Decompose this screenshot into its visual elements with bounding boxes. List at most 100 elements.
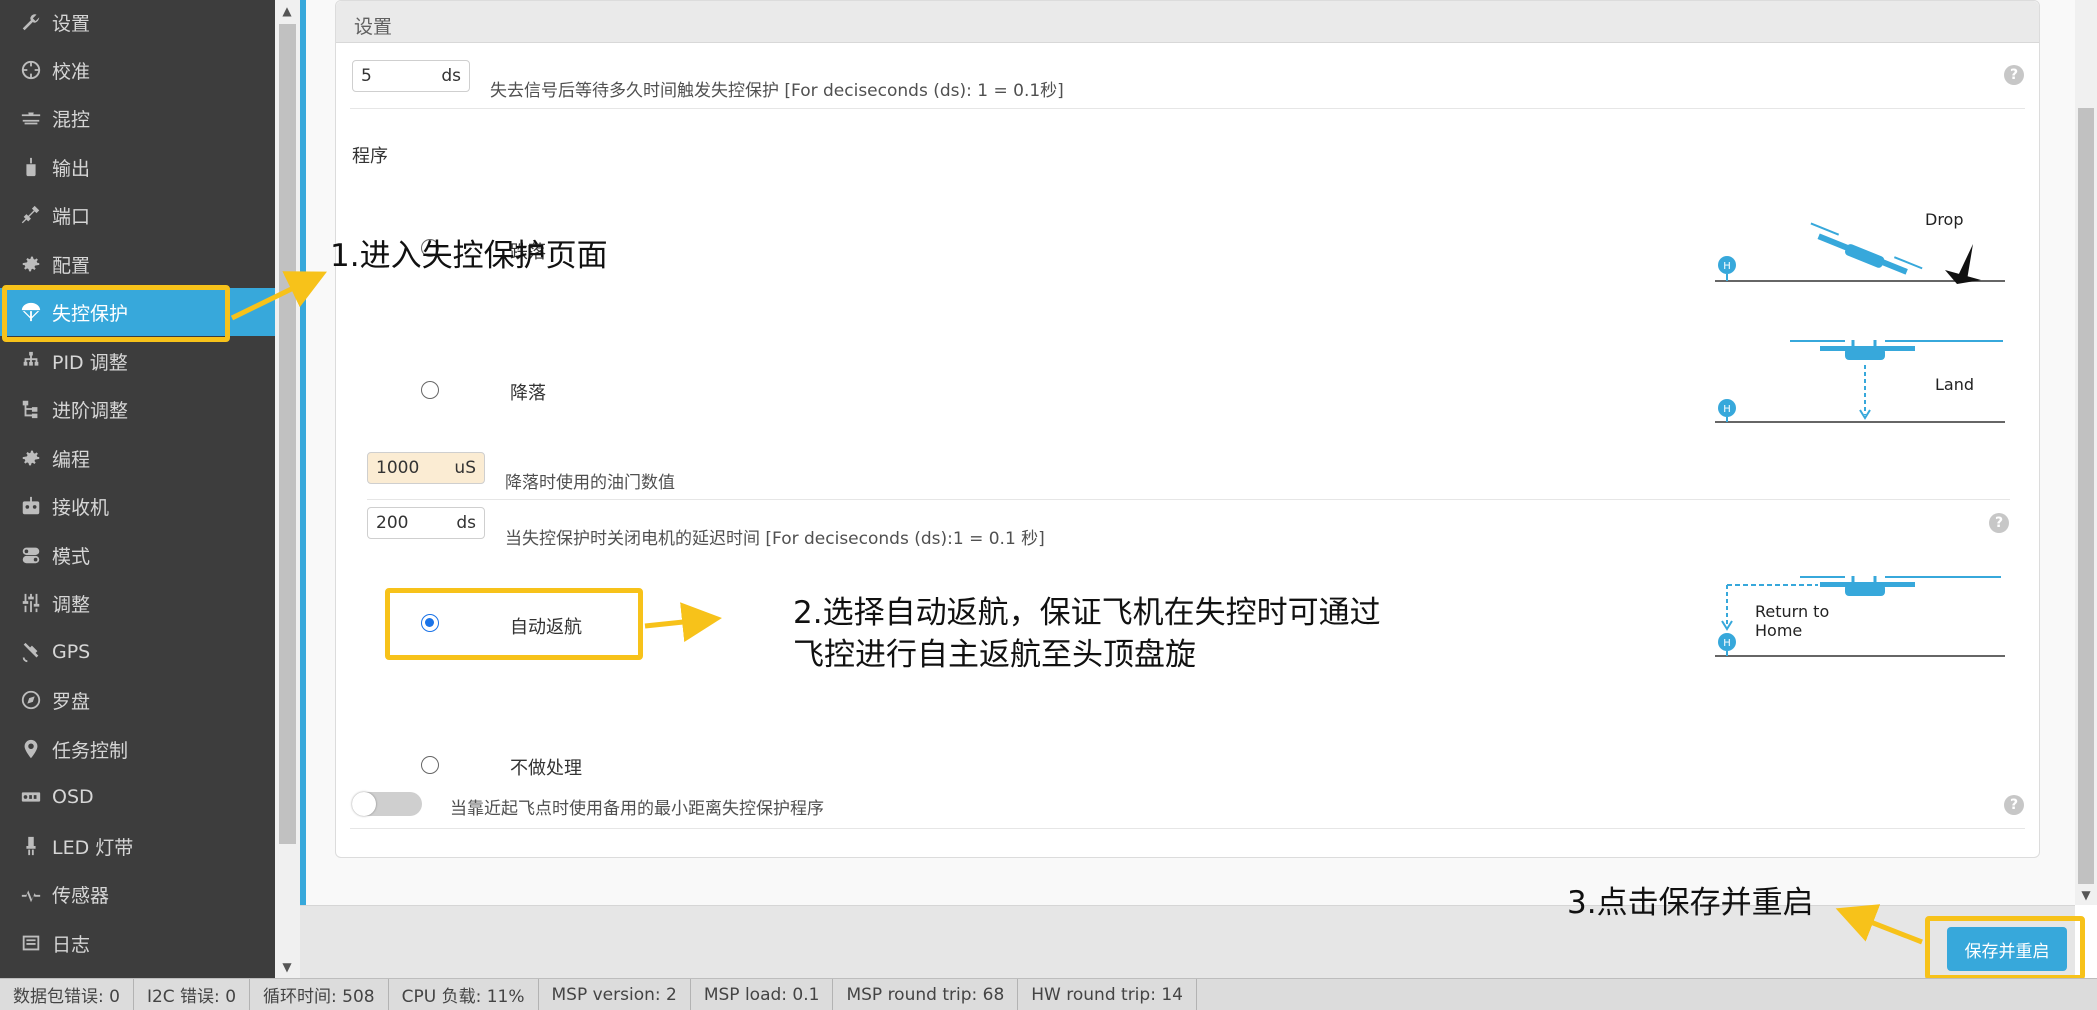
sidebar-item-label: 接收机 [52, 496, 110, 519]
highlight-box-failsafe [2, 285, 230, 342]
sidebar-item-programming[interactable]: 编程 [0, 434, 275, 482]
sidebar-item-label: 日志 [52, 933, 91, 956]
drop-illustration: H Drop [1715, 210, 2005, 284]
divider [350, 108, 2025, 109]
sidebar-item-calibration[interactable]: 校准 [0, 46, 275, 94]
drop-illus-label: Drop [1925, 210, 1964, 229]
drop-home-marker: H [1723, 261, 1731, 272]
mixer-icon [18, 105, 44, 131]
highlight-box-save [1925, 916, 2085, 980]
failsafe-delay-input[interactable]: 5 ds [352, 60, 470, 92]
compass-icon [18, 687, 44, 713]
sidebar-item-setup[interactable]: 设置 [0, 0, 275, 46]
panel-header: 设置 [336, 1, 2039, 43]
content-scrollbar[interactable]: ▼ [2075, 0, 2097, 905]
motor-icon [18, 154, 44, 180]
sidebar-item-gps[interactable]: GPS [0, 628, 275, 676]
sidebar-item-logging[interactable]: 日志 [0, 919, 275, 967]
sidebar-item-label: 任务控制 [52, 739, 129, 762]
sidebar-item-mixer[interactable]: 混控 [0, 94, 275, 142]
pulse-icon [18, 881, 44, 907]
sidebar-item-label: 传感器 [52, 884, 110, 907]
rth-illus-label-line2: Home [1755, 621, 1802, 640]
sidebar-item-modes[interactable]: 模式 [0, 531, 275, 579]
sidebar-item-configuration[interactable]: 配置 [0, 240, 275, 288]
motor-delay-unit: ds [456, 513, 476, 533]
sidebar-item-compass[interactable]: 罗盘 [0, 676, 275, 724]
help-icon[interactable]: ? [2004, 795, 2024, 815]
status-cpu-load: CPU 负载: 11% [389, 978, 539, 1010]
sidebar-scroll-thumb[interactable] [279, 24, 296, 844]
sidebar-item-label: 进阶调整 [52, 399, 129, 422]
status-msp-version: MSP version: 2 [539, 978, 691, 1010]
radio-land[interactable] [421, 381, 439, 399]
sidebar-item-label: 编程 [52, 448, 91, 471]
radio-none[interactable] [421, 756, 439, 774]
led-icon [18, 833, 44, 859]
sidebar-item-mission-control[interactable]: 任务控制 [0, 725, 275, 773]
sidebar-item-advanced-tuning[interactable]: 进阶调整 [0, 385, 275, 433]
annotation-step2-line1: 2.选择自动返航，保证飞机在失控时可通过 [793, 595, 1381, 631]
land-throttle-unit: uS [454, 458, 476, 478]
sidebar-item-osd[interactable]: OSD [0, 773, 275, 821]
failsafe-delay-unit: ds [441, 66, 461, 86]
status-cycle-time: 循环时间: 508 [250, 978, 389, 1010]
sidebar-item-sensors[interactable]: 传感器 [0, 870, 275, 918]
wrench-icon [18, 9, 44, 35]
gear-icon [18, 251, 44, 277]
motor-delay-desc: 当失控保护时关闭电机的延迟时间 [For deciseconds (ds):1 … [505, 529, 1045, 549]
status-msp-round-trip: MSP round trip: 68 [833, 978, 1019, 1010]
highlight-box-rth [385, 588, 643, 660]
sidebar-item-label: 模式 [52, 545, 91, 568]
status-hw-round-trip: HW round trip: 14 [1018, 978, 1197, 1010]
panel-title: 设置 [354, 16, 393, 38]
land-illus-label: Land [1935, 375, 1974, 394]
annotation-step2-line2: 飞控进行自主返航至头顶盘旋 [793, 637, 1196, 673]
content-scroll-thumb[interactable] [2078, 108, 2094, 884]
scroll-down-arrow-icon[interactable]: ▼ [277, 958, 297, 976]
osd-icon [18, 784, 44, 810]
gear-icon [18, 445, 44, 471]
log-icon [18, 930, 44, 956]
receiver-icon [18, 493, 44, 519]
land-throttle-desc: 降落时使用的油门数值 [505, 473, 675, 493]
procedure-title: 程序 [352, 146, 388, 167]
min-distance-desc: 当靠近起飞点时使用备用的最小距离失控保护程序 [450, 799, 824, 819]
sidebar-item-label: OSD [52, 786, 94, 808]
divider [367, 499, 2010, 500]
scroll-down-arrow-icon[interactable]: ▼ [2076, 886, 2096, 904]
sidebar-item-label: 设置 [52, 12, 91, 35]
status-i2c-error: I2C 错误: 0 [134, 978, 251, 1010]
status-msp-load: MSP load: 0.1 [691, 978, 834, 1010]
land-throttle-input[interactable]: 1000 uS [367, 452, 485, 484]
sidebar-scrollbar[interactable]: ▲ ▼ [275, 0, 300, 978]
land-illustration: H Land [1715, 340, 2005, 423]
min-distance-toggle[interactable] [352, 792, 422, 816]
sidebar-item-ports[interactable]: 端口 [0, 191, 275, 239]
sidebar-item-receiver[interactable]: 接收机 [0, 482, 275, 530]
status-packet-error: 数据包错误: 0 [0, 978, 134, 1010]
content-accent-bar [300, 0, 306, 978]
failsafe-delay-value: 5 [361, 66, 372, 86]
sidebar-item-label: 输出 [52, 157, 91, 180]
annotation-step3: 3.点击保存并重启 [1567, 885, 1814, 921]
sidebar-item-outputs[interactable]: 输出 [0, 143, 275, 191]
sidebar-item-label: PID 调整 [52, 351, 128, 374]
sidebar-item-adjustments[interactable]: 调整 [0, 579, 275, 627]
tree-icon [18, 396, 44, 422]
sidebar-item-label: 校准 [52, 60, 91, 83]
land-throttle-value: 1000 [376, 458, 420, 478]
crosshair-icon [18, 57, 44, 83]
sidebar-item-pid-tuning[interactable]: PID 调整 [0, 337, 275, 385]
app-window: 设置 校准 混控 输出 端口 配置 失控保护 PID 调整 进阶调整 编程 接收… [0, 0, 2097, 1010]
sidebar-item-label: 端口 [52, 205, 91, 228]
hierarchy-icon [18, 348, 44, 374]
help-icon[interactable]: ? [1989, 513, 2009, 533]
satellite-icon [18, 639, 44, 665]
scroll-up-arrow-icon[interactable]: ▲ [277, 2, 297, 20]
help-icon[interactable]: ? [2004, 65, 2024, 85]
motor-delay-input[interactable]: 200 ds [367, 507, 485, 539]
annotation-step1: 1.进入失控保护页面 [330, 238, 608, 274]
map-pin-icon [18, 736, 44, 762]
sidebar-item-led-strip[interactable]: LED 灯带 [0, 822, 275, 870]
